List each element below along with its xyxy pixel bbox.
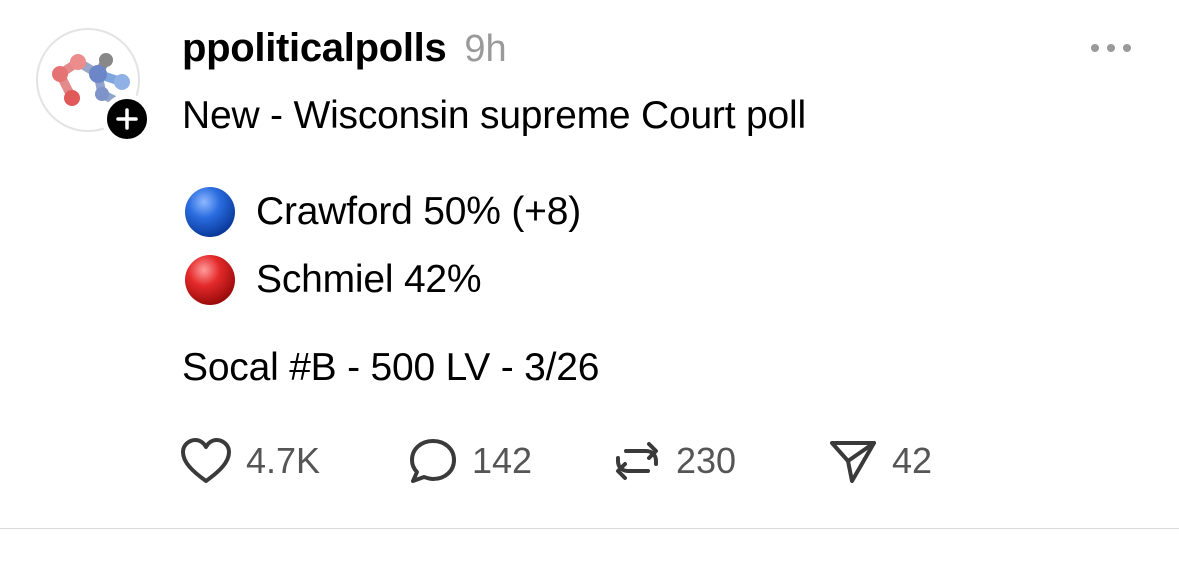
red-circle-icon <box>185 255 235 305</box>
poll-option-text: Schmiel 42% <box>256 258 482 301</box>
post-divider <box>0 528 1179 529</box>
repost-button[interactable]: 230 <box>612 436 736 486</box>
post-header: ppoliticalpolls 9h <box>182 26 507 74</box>
more-options-icon <box>1091 44 1131 52</box>
post: ppoliticalpolls 9h New - Wisconsin supre… <box>0 0 1179 529</box>
username[interactable]: ppoliticalpolls <box>182 26 447 71</box>
comment-button[interactable]: 142 <box>408 436 532 486</box>
post-headline: New - Wisconsin supreme Court poll <box>182 94 806 137</box>
heart-icon <box>181 438 231 483</box>
comment-icon <box>410 439 456 483</box>
comment-count: 142 <box>472 440 533 481</box>
follow-button[interactable] <box>102 94 152 144</box>
like-button[interactable]: 4.7K <box>180 436 320 486</box>
send-icon <box>830 441 876 483</box>
avatar-container[interactable] <box>36 28 152 144</box>
poll-option-crawford: Crawford 50% (+8) <box>184 186 581 238</box>
plus-icon <box>116 108 138 130</box>
repost-icon <box>616 442 658 480</box>
repost-count: 230 <box>676 440 737 481</box>
like-count: 4.7K <box>246 440 321 481</box>
share-button[interactable]: 42 <box>828 436 932 486</box>
blue-circle-icon <box>185 187 235 237</box>
more-options-button[interactable] <box>1086 30 1136 66</box>
share-count: 42 <box>892 440 933 481</box>
action-bar: 4.7K 142 230 42 <box>180 436 980 486</box>
poll-option-text: Crawford 50% (+8) <box>256 190 581 233</box>
poll-option-schmiel: Schmiel 42% <box>184 254 482 306</box>
timestamp[interactable]: 9h <box>464 28 506 71</box>
poll-source: Socal #B - 500 LV - 3/26 <box>182 346 600 389</box>
